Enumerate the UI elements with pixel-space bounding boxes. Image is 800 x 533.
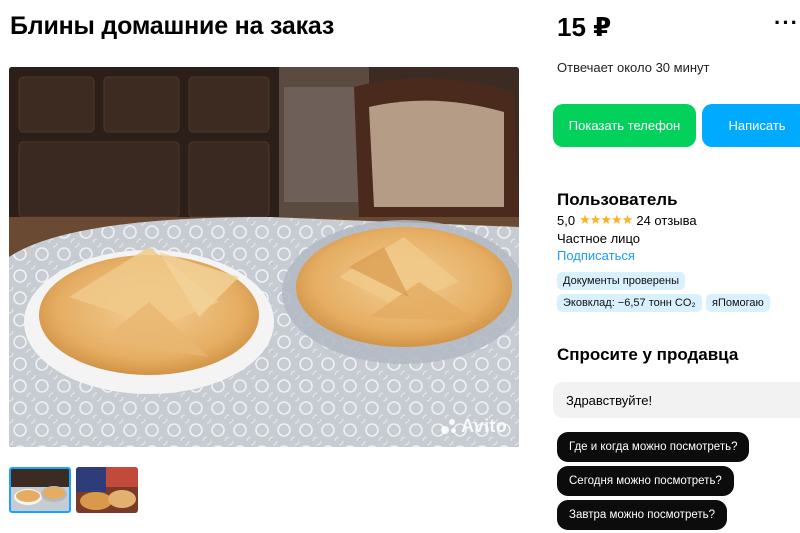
price: 15 ₽ xyxy=(557,12,612,42)
watermark-text: Avito xyxy=(461,416,507,436)
pancakes-photo-image xyxy=(9,67,519,447)
thumbnail-2-image xyxy=(76,467,138,513)
quick-question-chip[interactable]: Завтра можно посмотреть? xyxy=(557,500,728,530)
thumbnail-1-image xyxy=(11,469,69,511)
ya-pomogayu-badge[interactable]: яПомогаю xyxy=(706,294,770,312)
rating-value: 5,0 xyxy=(557,212,576,228)
rating-stars-icon: ★★★★★ xyxy=(579,212,633,227)
quick-question-chip[interactable]: Где и когда можно посмотреть? xyxy=(557,432,750,462)
seller-type: Частное лицо xyxy=(557,231,640,246)
seller-rating: 5,0 ★★★★★ 24 отзыва xyxy=(557,212,697,228)
thumbnail-2[interactable] xyxy=(76,467,138,513)
response-time: Отвечает около 30 минут xyxy=(557,60,710,75)
main-photo[interactable]: Avito xyxy=(9,67,519,447)
show-phone-button[interactable]: Показать телефон xyxy=(553,104,696,147)
listing-title: Блины домашние на заказ xyxy=(10,12,335,40)
avito-logo-icon xyxy=(441,418,457,435)
eco-contribution-badge[interactable]: Эковклад: −6,57 тонн CO₂ xyxy=(557,294,702,312)
documents-verified-badge[interactable]: Документы проверены xyxy=(557,272,686,290)
seller-name[interactable]: Пользователь xyxy=(557,190,678,210)
reviews-link[interactable]: 24 отзыва xyxy=(636,213,696,228)
avito-watermark: Avito xyxy=(441,416,507,437)
thumbnail-strip xyxy=(9,467,138,513)
message-input[interactable]: Здравствуйте! xyxy=(553,382,800,418)
write-message-button[interactable]: Написать xyxy=(702,104,800,147)
thumbnail-1[interactable] xyxy=(9,467,71,513)
subscribe-link[interactable]: Подписаться xyxy=(557,248,635,263)
quick-question-chip[interactable]: Сегодня можно посмотреть? xyxy=(557,466,734,496)
ask-seller-heading: Спросите у продавца xyxy=(557,345,739,364)
more-options-icon[interactable]: ··· xyxy=(774,10,799,36)
